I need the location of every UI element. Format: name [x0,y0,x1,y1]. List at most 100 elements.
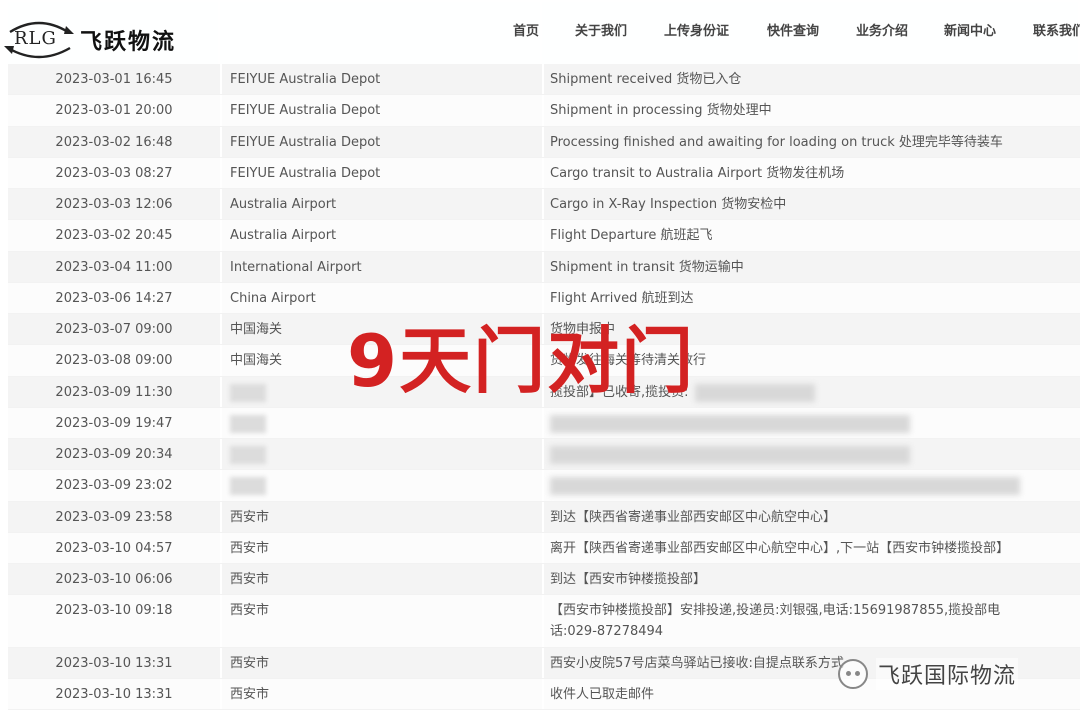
table-row: 2023-03-03 08:27 FEIYUE Australia Depot Ca… [8,158,1080,189]
cell-status: Cargo in X-Ray Inspection 货物安检中 [542,189,1080,219]
redacted-location [230,445,266,464]
status-text: 收件人已取走邮件 [550,687,655,702]
cell-time: 2023-03-10 13:31 [55,656,173,671]
status-text: Cargo transit to Australia Airport 货物发往机… [550,166,845,181]
cell-status: Shipment received 货物已入仓 [542,64,1080,94]
cell-time: 2023-03-07 09:00 [55,322,173,337]
table-row: 2023-03-09 20:34 [8,439,1080,470]
table-row: 2023-03-02 16:48 FEIYUE Australia Depot Pr… [8,127,1080,158]
status-text: 到达【西安市钟楼揽投部】 [550,572,707,587]
redacted-location [230,414,266,433]
status-text: 【西安市钟楼揽投部】安排投递,投递员:刘银强,电话:15691987855,揽投… [550,603,1001,639]
nav-item-0[interactable]: 首页 [513,20,539,39]
cell-time: 2023-03-08 09:00 [55,353,173,368]
nav-item-3[interactable]: 快件查询 [767,20,819,39]
cell-location: International Airport [220,252,542,282]
cell-location: 西安市 [220,502,542,532]
nav-item-6[interactable]: 联系我们 [1033,20,1080,39]
table-row: 2023-03-01 16:45 FEIYUE Australia Depot Sh… [8,64,1080,95]
cell-status: Processing finished and awaiting for loa… [542,127,1080,157]
nav-item-4[interactable]: 业务介绍 [856,20,908,39]
cell-time: 2023-03-09 23:02 [55,478,173,493]
cell-status: 到达【西安市钟楼揽投部】 [542,564,1080,594]
wechat-watermark: 飞跃国际物流 [838,652,1019,696]
cell-location: 西安市 [220,648,542,678]
redacted-status [550,414,910,433]
table-row: 2023-03-09 19:47 [8,408,1080,439]
status-text: 西安小皮院57号店菜鸟驿站已接收:自提点联系方式 [550,656,844,671]
cell-time: 2023-03-09 19:47 [55,416,173,431]
cell-status: 【西安市钟楼揽投部】安排投递,投递员:刘银强,电话:15691987855,揽投… [542,595,1080,647]
cell-status: 到达【陕西省寄递事业部西安邮区中心航空中心】 [542,502,1080,532]
watermark-text: 飞跃国际物流 [876,658,1019,690]
cell-time: 2023-03-03 08:27 [55,166,173,181]
rlg-logo[interactable]: RLG [4,18,74,62]
status-text: 到达【陕西省寄递事业部西安邮区中心航空中心】 [550,510,837,525]
cell-time: 2023-03-10 04:57 [55,541,173,556]
status-text: Cargo in X-Ray Inspection 货物安检中 [550,197,787,212]
cell-status: Cargo transit to Australia Airport 货物发往机… [542,158,1080,188]
cell-status: Flight Departure 航班起飞 [542,220,1080,251]
cell-time: 2023-03-04 11:00 [55,260,173,275]
logo-text: RLG [14,28,57,49]
wechat-icon [838,659,868,689]
cell-location: 西安市 [220,533,542,563]
cell-location: China Airport [220,283,542,313]
cell-status [542,470,1080,501]
cell-location: FEIYUE Australia Depot [220,127,542,157]
cell-time: 2023-03-10 13:31 [55,687,173,702]
redacted-status [550,476,1020,495]
cell-time: 2023-03-09 11:30 [55,385,173,400]
cell-time: 2023-03-10 09:18 [55,603,173,618]
cell-status: Shipment in transit 货物运输中 [542,252,1080,282]
cell-location: Australia Airport [220,189,542,219]
cell-time: 2023-03-02 16:48 [55,135,173,150]
cell-location: FEIYUE Australia Depot [220,158,542,188]
nav-item-1[interactable]: 关于我们 [575,20,627,39]
cell-time: 2023-03-09 20:34 [55,447,173,462]
cell-time: 2023-03-09 23:58 [55,510,173,525]
cell-location: 西安市 [220,595,542,647]
table-row: 2023-03-03 12:06 Australia Airport Cargo i… [8,189,1080,220]
table-row: 2023-03-01 20:00 FEIYUE Australia Depot Sh… [8,95,1080,127]
cell-location: Australia Airport [220,220,542,251]
table-row: 2023-03-10 04:57 西安市 离开【陕西省寄递事业部西安邮区中心航空中心… [8,533,1080,564]
cell-location: FEIYUE Australia Depot [220,64,542,94]
redacted-location [230,383,266,402]
cell-location [220,470,542,501]
brand-name: 飞跃物流 [80,30,177,55]
redacted-status [694,383,815,402]
nav-item-5[interactable]: 新闻中心 [944,20,996,39]
status-text: Flight Arrived 航班到达 [550,291,694,306]
table-row: 2023-03-06 14:27 China Airport Flight Arri… [8,283,1080,314]
cell-location: 西安市 [220,679,542,709]
promo-caption: 9天门对门 [347,319,696,403]
table-row: 2023-03-09 23:58 西安市 到达【陕西省寄递事业部西安邮区中心航空中心… [8,502,1080,533]
cell-location [220,439,542,469]
cell-status [542,408,1080,438]
status-text: Processing finished and awaiting for loa… [550,135,1003,150]
cell-time: 2023-03-03 12:06 [55,197,173,212]
status-text: Shipment in processing 货物处理中 [550,103,772,118]
cell-time: 2023-03-01 16:45 [55,72,173,87]
cell-time: 2023-03-02 20:45 [55,228,173,243]
nav-item-2[interactable]: 上传身份证 [664,20,729,39]
cell-time: 2023-03-01 20:00 [55,103,173,118]
status-text: Shipment received 货物已入仓 [550,72,742,87]
table-row: 2023-03-04 11:00 International Airport Shi… [8,252,1080,283]
table-row: 2023-03-10 09:18 西安市 【西安市钟楼揽投部】安排投递,投递员:刘银… [8,595,1080,648]
cell-location [220,408,542,438]
table-row: 2023-03-10 06:06 西安市 到达【西安市钟楼揽投部】 [8,564,1080,595]
redacted-location [230,476,266,495]
cell-status: 离开【陕西省寄递事业部西安邮区中心航空中心】,下一站【西安市钟楼揽投部】 [542,533,1080,563]
cell-status [542,439,1080,469]
cell-time: 2023-03-06 14:27 [55,291,173,306]
cell-status: Flight Arrived 航班到达 [542,283,1080,313]
cell-status: Shipment in processing 货物处理中 [542,95,1080,126]
status-text: 离开【陕西省寄递事业部西安邮区中心航空中心】,下一站【西安市钟楼揽投部】 [550,541,1010,556]
cell-location: 西安市 [220,564,542,594]
cell-location: FEIYUE Australia Depot [220,95,542,126]
table-row: 2023-03-09 23:02 [8,470,1080,502]
redacted-status [550,445,910,464]
table-row: 2023-03-02 20:45 Australia Airport Flight … [8,220,1080,252]
